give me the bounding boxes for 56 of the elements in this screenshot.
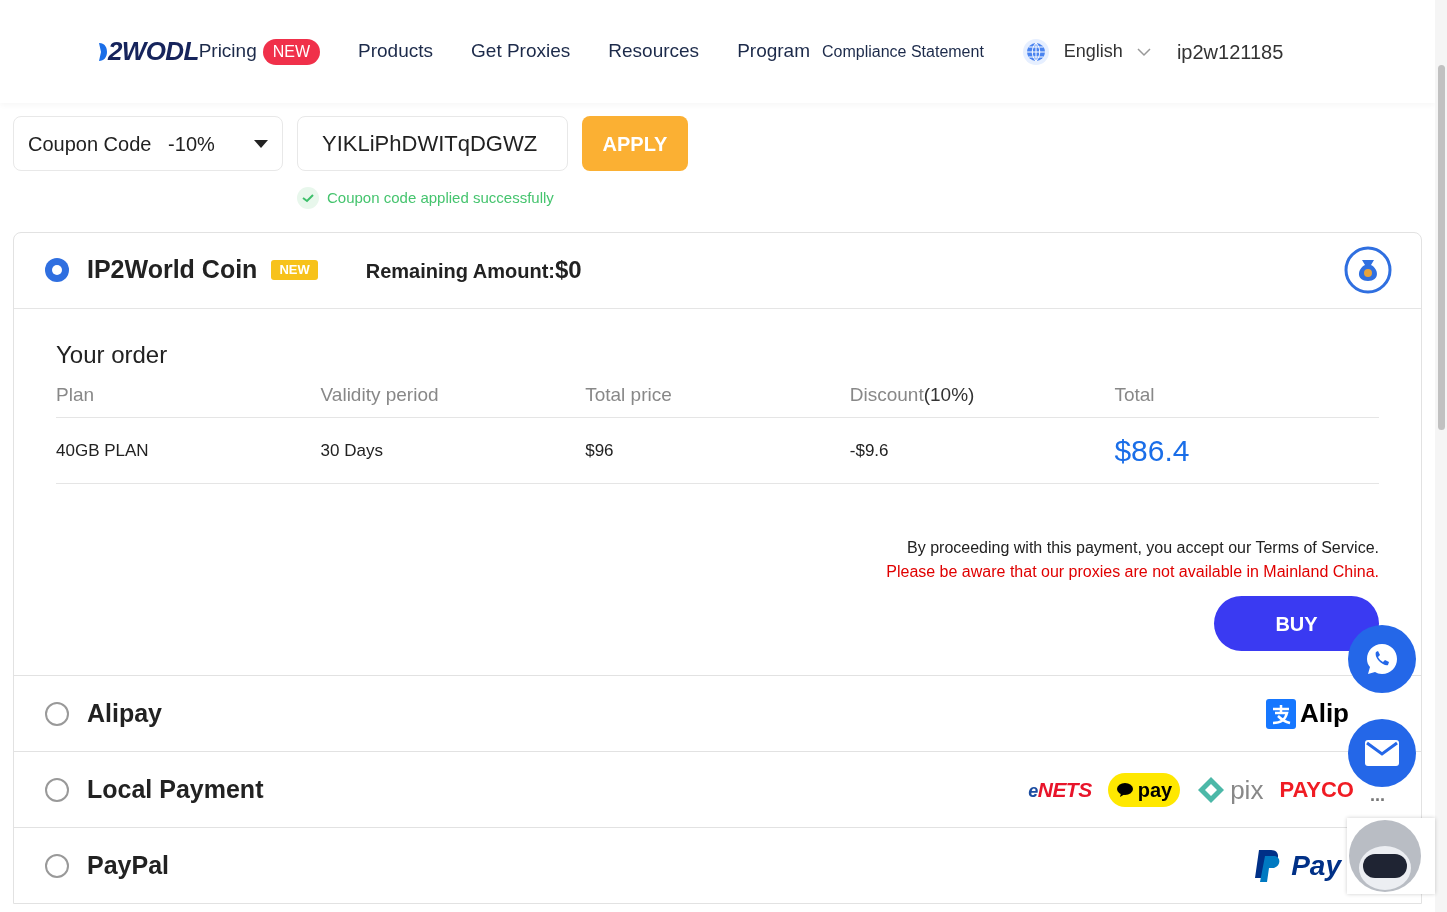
table-cell-text: 40GB PLAN [56, 439, 150, 462]
pix-logo-text: pix [1230, 776, 1264, 803]
phone-chat-icon [1364, 641, 1400, 677]
buy-button[interactable]: BUY [1214, 596, 1379, 651]
globe-icon[interactable] [1021, 37, 1050, 66]
total-amount: $86.4 [1114, 433, 1191, 469]
payment-method-name[interactable]: Alipay [87, 694, 163, 733]
warning-text: Please be aware that our proxies are not available in Mainland China. [886, 562, 1379, 582]
coupon-select[interactable]: Coupon Code -10% [13, 116, 283, 171]
column-header: Total price [585, 382, 673, 407]
new-tag: NEW [271, 260, 318, 280]
nav-link[interactable]: Compliance Statement [822, 39, 984, 64]
nav-link[interactable]: Resources [608, 37, 700, 66]
kakaopay-logo: pay [1107, 772, 1181, 807]
remaining-amount: Remaining Amount:$0 [365, 255, 582, 285]
radio-button[interactable] [45, 258, 69, 282]
radio-button[interactable] [45, 777, 69, 802]
pix-diamond-icon [1196, 774, 1227, 805]
table-cell-text: $96 [585, 439, 615, 462]
dropdown-caret-icon[interactable] [254, 139, 268, 148]
payment-method-name[interactable]: PayPal [87, 846, 169, 885]
column-header: Discount(10%) [849, 382, 976, 407]
column-header: Plan [56, 382, 96, 407]
language-selector[interactable]: English [1063, 38, 1123, 65]
terms-text: By proceeding with this payment, you accept our Terms of Service. [907, 538, 1379, 558]
new-badge: NEW [262, 38, 321, 65]
paypal-logo-text: Pay [1291, 848, 1341, 883]
chat-assistant-button[interactable] [1347, 818, 1435, 894]
payco-logo: PAYCO [1279, 776, 1354, 804]
more-logos-text: ... [1370, 785, 1385, 804]
nav-link[interactable]: Products [358, 37, 434, 66]
radio-button[interactable] [45, 701, 69, 726]
username-text[interactable]: ip2w121185 [1176, 36, 1284, 67]
chevron-down-icon[interactable] [1136, 46, 1151, 57]
alipay-logo-text: Alip [1299, 697, 1349, 730]
coupon-code-field[interactable]: YIKLiPhDWITqDGWZ [297, 116, 568, 171]
table-cell-text: -$9.6 [849, 439, 890, 462]
logo-text: 2WODL [108, 35, 199, 68]
logo-mark-icon [98, 40, 108, 63]
envelope-icon [1365, 740, 1399, 766]
radio-button[interactable] [45, 853, 69, 878]
payment-method-name[interactable]: Local Payment [87, 770, 264, 809]
column-header: Total [1114, 382, 1156, 407]
table-cell-text: 30 Days [320, 439, 384, 462]
payment-method-name[interactable]: IP2World Coin [87, 251, 258, 289]
robot-icon [1347, 818, 1423, 894]
check-icon [297, 187, 319, 210]
nav-link[interactable]: Pricing [198, 37, 257, 66]
nav-link[interactable]: Program [737, 37, 810, 66]
nav-link[interactable]: Get Proxies [471, 37, 571, 66]
order-title: Your order [56, 339, 169, 370]
alipay-icon [1265, 698, 1296, 729]
column-header: Validity period [320, 382, 440, 407]
success-message: Coupon code applied successfully [327, 188, 554, 208]
money-bag-icon [1343, 245, 1393, 295]
enets-logo: eNETS [1028, 776, 1092, 803]
